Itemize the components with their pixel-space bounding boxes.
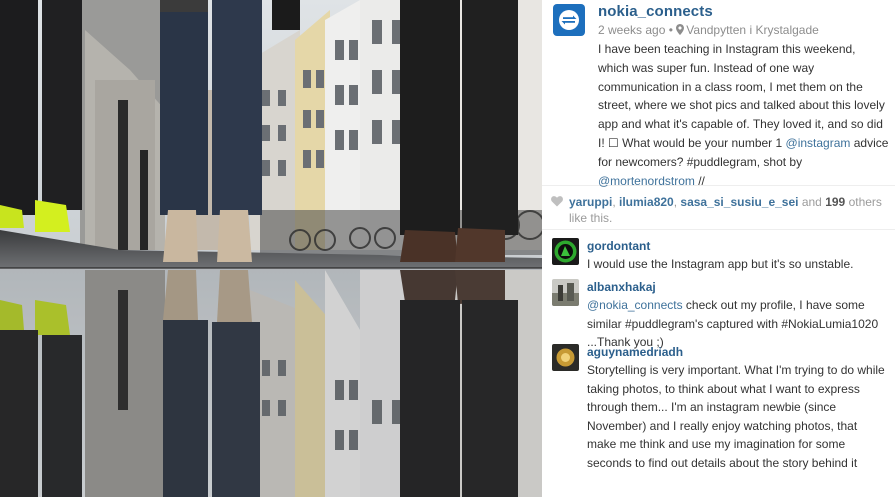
heart-icon[interactable] xyxy=(551,196,563,207)
likes-and: and xyxy=(798,195,826,209)
post-caption: I have been teaching in Instagram this w… xyxy=(598,40,889,190)
liker-link[interactable]: ilumia820 xyxy=(619,195,674,209)
caption-mention-instagram[interactable]: @instagram xyxy=(786,136,851,150)
commenter-avatar-icon xyxy=(552,344,579,371)
comment-text: Storytelling is very important. What I'm… xyxy=(587,363,885,470)
meta-separator: • xyxy=(668,23,673,37)
comment-mention[interactable]: @nokia_connects xyxy=(587,298,683,312)
post-photo[interactable] xyxy=(0,0,542,497)
caption-text: I have been teaching in Instagram this w… xyxy=(598,42,885,150)
comment-username[interactable]: gordontant xyxy=(587,238,889,255)
nokia-connects-logo-icon xyxy=(559,10,579,30)
liker-link[interactable]: sasa_si_susiu_e_sei xyxy=(680,195,798,209)
commenter-avatar-icon xyxy=(552,279,579,306)
likes-sep: , xyxy=(612,195,620,209)
post-location[interactable]: Vandpytten i Krystalgade xyxy=(686,23,819,37)
post-details-panel: nokia_connects 2 weeks ago • Vandpytten … xyxy=(542,0,895,497)
comment-username[interactable]: aguynamedriadh xyxy=(587,344,889,361)
liker-link[interactable]: yaruppi xyxy=(569,195,612,209)
avatar[interactable] xyxy=(553,4,585,36)
comments-list: gordontant I would use the Instagram app… xyxy=(542,230,895,473)
commenter-avatar-icon xyxy=(552,238,579,265)
comment-item: aguynamedriadh Storytelling is very impo… xyxy=(542,344,895,473)
post-time[interactable]: 2 weeks ago xyxy=(598,23,665,37)
comment-username[interactable]: albanxhakaj xyxy=(587,279,889,296)
post-username[interactable]: nokia_connects xyxy=(598,3,889,21)
comment-item: gordontant I would use the Instagram app… xyxy=(542,230,895,271)
avatar[interactable] xyxy=(552,279,579,306)
post-header: nokia_connects 2 weeks ago • Vandpytten … xyxy=(542,0,895,188)
post-meta: 2 weeks ago • Vandpytten i Krystalgade xyxy=(598,21,889,39)
location-pin-icon xyxy=(676,24,685,35)
likes-count[interactable]: 199 xyxy=(825,195,845,209)
comment-item: albanxhakaj @nokia_connects check out my… xyxy=(542,270,895,349)
likes-section: yaruppi, ilumia820, sasa_si_susiu_e_sei … xyxy=(542,186,895,230)
avatar[interactable] xyxy=(552,238,579,265)
street-puddle-photo xyxy=(0,0,542,497)
avatar[interactable] xyxy=(552,344,579,371)
